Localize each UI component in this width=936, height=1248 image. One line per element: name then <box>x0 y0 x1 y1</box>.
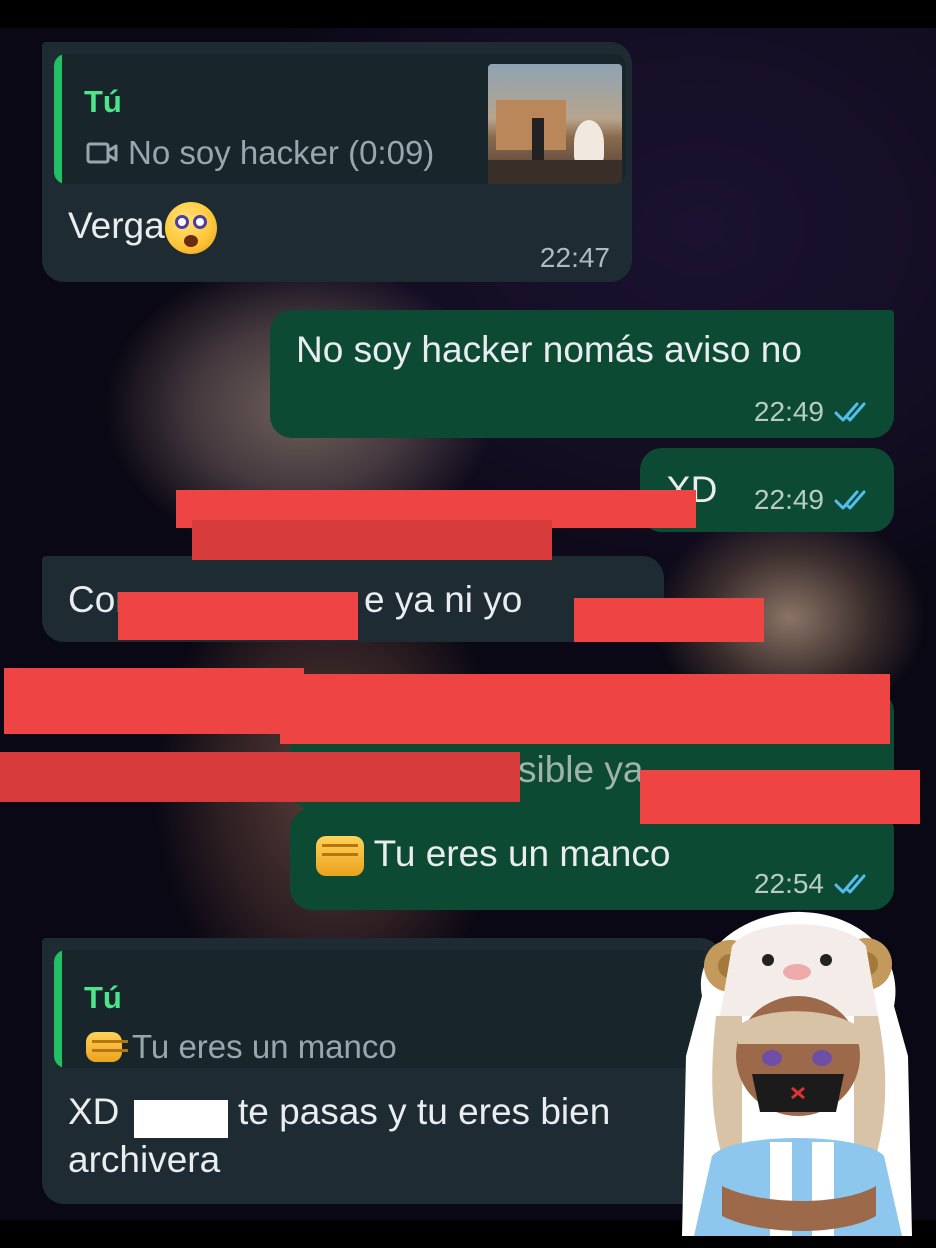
censor-scribble <box>280 674 890 744</box>
censor-scribble <box>640 770 920 824</box>
message-text: No soy hacker nomás aviso no <box>296 329 802 370</box>
message-text: Tu eres un manco <box>373 833 671 874</box>
video-thumbnail[interactable] <box>488 64 622 184</box>
message-time: 22:49 <box>753 484 824 515</box>
quote-author: Tú <box>84 980 122 1015</box>
quote-accent-bar <box>54 950 62 1068</box>
message-text: e ya ni yo <box>364 579 523 620</box>
message-bubble-outgoing[interactable]: No soy hacker nomás aviso no 22:49 <box>270 310 894 438</box>
fist-emoji <box>316 836 364 877</box>
quote-author: Tú <box>84 84 122 119</box>
censor-box <box>134 1100 228 1138</box>
message-text: te pasas y tu eres bien <box>238 1091 611 1132</box>
message-bubble-incoming[interactable]: Tú No soy hacker (0:09) Verga 22:47 <box>42 42 632 282</box>
censor-scribble <box>118 592 358 640</box>
censor-scribble <box>192 520 552 560</box>
anime-sheep-sticker <box>682 911 912 1236</box>
dizzy-face-emoji <box>164 202 217 255</box>
thumb-floor <box>488 160 622 184</box>
message-time: 22:47 <box>539 242 610 273</box>
quoted-message[interactable]: Tú Tu eres un manco <box>54 950 714 1068</box>
message-text: archivera <box>68 1139 221 1180</box>
message-text: Verga <box>68 205 165 246</box>
censor-scribble <box>4 668 304 734</box>
video-icon <box>86 142 118 164</box>
message-time: 22:54 <box>753 868 824 899</box>
message-text: XD <box>68 1091 120 1132</box>
quote-text: No soy hacker (0:09) <box>128 134 435 171</box>
double-check-icon <box>834 874 866 894</box>
quote-text: Tu eres un manco <box>132 1028 397 1065</box>
message-bubble-incoming[interactable]: Tú Tu eres un manco XD te pasas y tu ere… <box>42 938 722 1204</box>
double-check-icon <box>834 490 866 510</box>
quoted-message[interactable]: Tú No soy hacker (0:09) <box>54 54 626 184</box>
censor-scribble <box>0 752 520 802</box>
message-time: 22:49 <box>753 396 824 427</box>
quote-accent-bar <box>54 54 62 184</box>
censor-scribble <box>574 598 764 642</box>
fist-emoji <box>86 1032 128 1062</box>
double-check-icon <box>834 402 866 422</box>
thumb-wall <box>496 100 566 150</box>
message-text: sible ya <box>518 749 644 790</box>
